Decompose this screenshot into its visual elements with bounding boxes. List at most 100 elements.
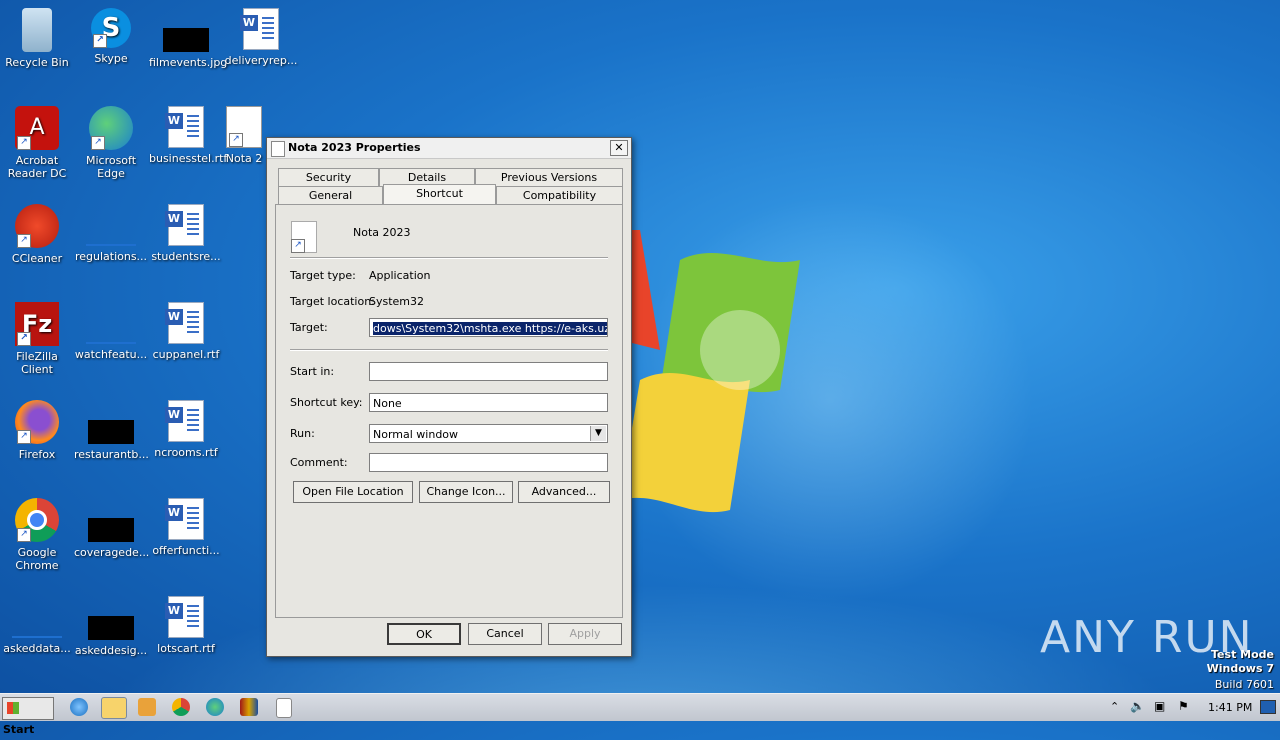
word-document-icon: W: [165, 106, 204, 148]
edge-icon: ↗: [89, 106, 133, 150]
desktop-icon-label: Firefox: [18, 448, 56, 461]
desktop-icon-restaurantb[interactable]: restaurantb...: [74, 400, 149, 461]
desktop-icon-lotscart[interactable]: W lotscart.rtf: [149, 596, 223, 655]
separator: [290, 257, 608, 259]
tab-general[interactable]: General: [278, 186, 383, 204]
desktop-icon-askeddata[interactable]: askeddata...: [0, 596, 74, 655]
skype-icon: S ↗: [91, 8, 131, 48]
target-type-value: Application: [369, 269, 431, 282]
word-document-icon: W: [165, 400, 204, 442]
file-icon: [86, 342, 136, 344]
desktop-icon-edge[interactable]: ↗ Microsoft Edge: [74, 106, 148, 180]
firefox-icon: ↗: [15, 400, 59, 444]
filezilla-icon: Fz ↗: [15, 302, 59, 346]
build-label: Build 7601: [1214, 678, 1274, 691]
clock[interactable]: 1:41 PM: [1208, 701, 1252, 714]
ccleaner-icon: ↗: [15, 204, 59, 248]
shortcut-file-icon: [271, 141, 285, 157]
desktop-icon-nota[interactable]: ↗ Nota 2: [224, 106, 264, 165]
desktop-icon-filezilla[interactable]: Fz ↗ FileZilla Client: [0, 302, 74, 376]
image-file-icon: [163, 28, 209, 52]
winrar-icon[interactable]: [240, 698, 258, 716]
desktop-icon-label: offerfuncti...: [152, 544, 220, 557]
desktop-icon-label: askeddesig...: [74, 644, 148, 657]
desktop-icon-label: businesstel.rtf: [149, 152, 228, 165]
desktop-icon-acrobat[interactable]: A ↗ Acrobat Reader DC: [0, 106, 74, 180]
desktop-icon-watchfeatu[interactable]: watchfeatu...: [74, 302, 148, 361]
file-icon: [12, 636, 62, 638]
desktop-icon-label: Acrobat Reader DC: [7, 154, 67, 180]
close-button[interactable]: ✕: [610, 140, 628, 156]
windows-version-label: Windows 7: [1206, 662, 1274, 675]
word-document-icon: W: [165, 204, 204, 246]
tab-previous-versions[interactable]: Previous Versions: [475, 168, 623, 186]
target-label: Target:: [290, 321, 328, 334]
desktop-icon-studentsre[interactable]: W studentsre...: [149, 204, 223, 263]
shortcut-key-field[interactable]: None: [369, 393, 608, 412]
file-icon: [88, 518, 134, 542]
windows-flag-icon: [7, 702, 19, 714]
target-type-label: Target type:: [290, 269, 356, 282]
media-player-icon[interactable]: [138, 698, 156, 716]
desktop-icon-label: filmevents.jpg: [149, 56, 228, 69]
word-document-icon: W: [165, 596, 204, 638]
desktop-icon-firefox[interactable]: ↗ Firefox: [0, 400, 74, 461]
network-icon[interactable]: ▣: [1154, 699, 1165, 713]
desktop-icon-label: regulations...: [74, 250, 148, 263]
target-field[interactable]: dows\System32\mshta.exe https://e-aks.uz…: [369, 318, 608, 337]
taskbar: Start ⌃ 🔈 ▣ ⚑ 1:41 PM: [0, 693, 1280, 736]
file-icon: [86, 244, 136, 246]
desktop-icon-label: ncrooms.rtf: [154, 446, 218, 459]
file-explorer-icon[interactable]: [101, 697, 127, 719]
chevron-down-icon[interactable]: ▼: [590, 426, 606, 441]
target-location-value: System32: [369, 295, 425, 308]
test-mode-label: Test Mode: [1211, 648, 1274, 661]
open-file-location-button[interactable]: Open File Location: [293, 481, 413, 503]
desktop-icon-label: Recycle Bin: [5, 56, 69, 69]
chrome-icon[interactable]: [172, 698, 190, 716]
tab-security[interactable]: Security: [278, 168, 379, 186]
separator: [290, 349, 608, 351]
desktop-icon-ncrooms[interactable]: W ncrooms.rtf: [149, 400, 223, 459]
desktop-icon-label: lotscart.rtf: [157, 642, 215, 655]
desktop-icon-recycle-bin[interactable]: Recycle Bin: [0, 8, 74, 69]
desktop-icon-coveragede[interactable]: coveragede...: [74, 498, 149, 559]
desktop-icon-deliveryrep[interactable]: W deliveryrep...: [224, 8, 298, 67]
recycle-bin-icon: [22, 8, 52, 52]
comment-field[interactable]: [369, 453, 608, 472]
desktop-icon-label: CCleaner: [11, 252, 63, 265]
blank-file-icon[interactable]: [276, 698, 292, 718]
desktop-icon-chrome[interactable]: ↗ Google Chrome: [0, 498, 74, 572]
desktop-icon-filmevents[interactable]: filmevents.jpg: [149, 8, 227, 69]
volume-icon[interactable]: 🔈: [1130, 699, 1145, 713]
desktop-icon-askeddesig[interactable]: askeddesig...: [74, 596, 148, 657]
ok-button[interactable]: OK: [387, 623, 461, 645]
change-icon-button[interactable]: Change Icon...: [419, 481, 513, 503]
internet-explorer-icon[interactable]: [70, 698, 88, 716]
flag-icon[interactable]: ⚑: [1178, 699, 1189, 713]
run-select[interactable]: Normal window ▼: [369, 424, 608, 443]
desktop-icon-skype[interactable]: S ↗ Skype: [74, 8, 148, 65]
cancel-button[interactable]: Cancel: [468, 623, 542, 645]
chrome-icon: ↗: [15, 498, 59, 542]
desktop-icon-label: watchfeatu...: [74, 348, 148, 361]
desktop-icon-regulations[interactable]: regulations...: [74, 204, 148, 263]
windows-logo-wallpaper: [620, 230, 800, 513]
tab-compatibility[interactable]: Compatibility: [496, 186, 623, 204]
desktop-icon-businesstel[interactable]: W businesstel.rtf: [149, 106, 227, 165]
tab-shortcut[interactable]: Shortcut: [383, 184, 496, 204]
desktop-icon-offerfuncti[interactable]: W offerfuncti...: [149, 498, 223, 557]
run-label: Run:: [290, 427, 315, 440]
desktop-icon-ccleaner[interactable]: ↗ CCleaner: [0, 204, 74, 265]
advanced-button[interactable]: Advanced...: [518, 481, 610, 503]
desktop-icon-cuppanel[interactable]: W cuppanel.rtf: [149, 302, 223, 361]
start-button[interactable]: Start: [2, 697, 54, 736]
start-in-field[interactable]: [369, 362, 608, 381]
show-desktop-icon[interactable]: [1260, 700, 1276, 714]
apply-button[interactable]: Apply: [548, 623, 622, 645]
dialog-titlebar[interactable]: Nota 2023 Properties ✕: [267, 138, 631, 159]
run-select-value: Normal window: [373, 428, 459, 441]
start-label: Start: [3, 723, 35, 736]
edge-icon[interactable]: [206, 698, 224, 716]
chevron-up-icon[interactable]: ⌃: [1110, 700, 1119, 713]
